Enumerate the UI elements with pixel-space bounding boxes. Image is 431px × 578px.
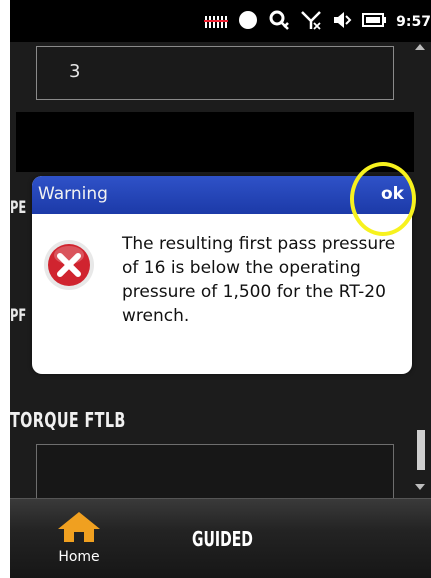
label-pe-partial: PE <box>10 198 27 218</box>
guided-tab[interactable]: GUIDED <box>192 527 253 551</box>
no-signal-icon <box>300 9 322 35</box>
status-bar: 9:57 <box>10 0 431 42</box>
sync-icon <box>268 9 290 35</box>
bottom-nav-bar: Home GUIDED <box>10 498 431 578</box>
error-icon <box>42 238 96 296</box>
dialog-message: The resulting first pass pressure of 16 … <box>122 234 396 326</box>
scroll-down-arrow-icon[interactable] <box>415 484 425 490</box>
record-icon <box>238 10 258 34</box>
home-label: Home <box>58 549 100 565</box>
torque-input[interactable] <box>36 444 394 506</box>
label-pf-partial: PF <box>10 306 27 326</box>
volume-icon <box>332 10 352 34</box>
home-button[interactable]: Home <box>50 511 108 578</box>
signal-bars-icon <box>204 13 229 32</box>
quantity-field[interactable]: 3 <box>36 46 394 100</box>
empty-field-area <box>16 112 414 172</box>
status-icons: 9:57 <box>204 10 431 34</box>
scrollbar-thumb[interactable] <box>417 430 425 470</box>
home-icon <box>57 512 101 547</box>
clock-time: 9:57 <box>396 14 431 30</box>
battery-icon <box>362 12 387 32</box>
quantity-field-value: 3 <box>69 61 81 82</box>
torque-ftlb-label: TORQUE FTLB <box>10 408 126 432</box>
scroll-up-arrow-icon[interactable] <box>415 44 425 50</box>
dialog-title: Warning <box>38 184 108 204</box>
highlight-annotation-circle <box>350 162 416 236</box>
